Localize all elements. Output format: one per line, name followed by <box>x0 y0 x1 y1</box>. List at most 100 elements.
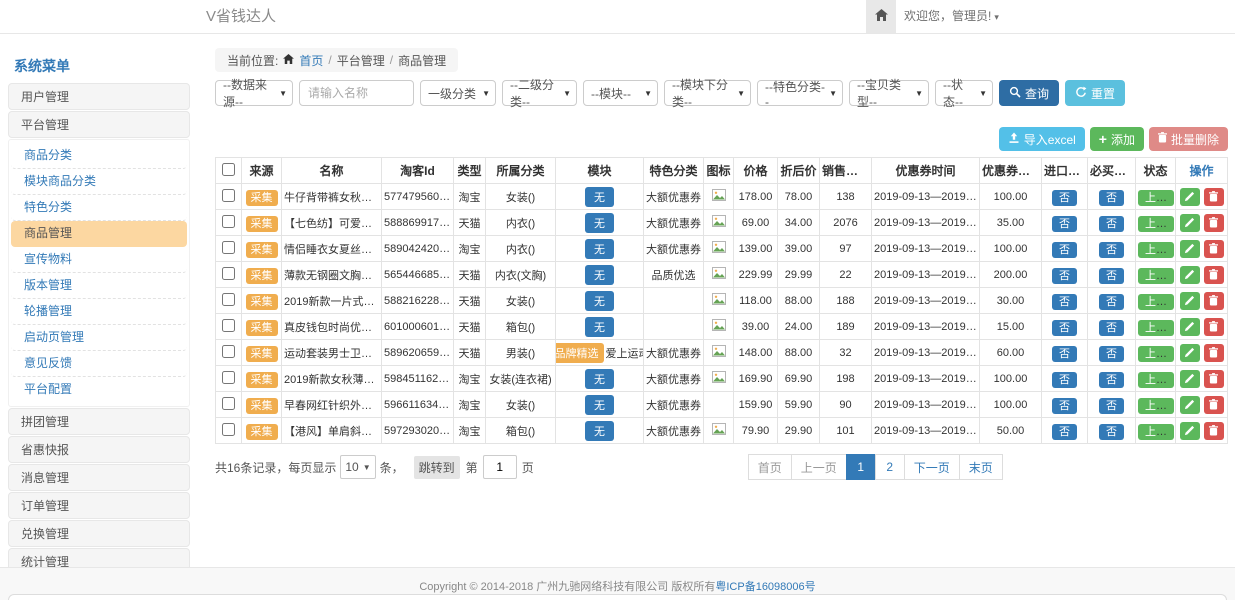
add-button[interactable]: + 添加 <box>1090 127 1144 151</box>
must-buy-toggle[interactable]: 否 <box>1099 242 1124 258</box>
delete-button[interactable] <box>1204 266 1224 284</box>
must-buy-toggle[interactable]: 否 <box>1099 294 1124 310</box>
imported-toggle[interactable]: 否 <box>1052 346 1077 362</box>
module-badge[interactable]: 无 <box>585 421 614 441</box>
imported-toggle[interactable]: 否 <box>1052 190 1077 206</box>
delete-button[interactable] <box>1204 370 1224 388</box>
batch-delete-button[interactable]: 批量删除 <box>1149 127 1228 151</box>
sidebar-group-用户管理[interactable]: 用户管理 <box>8 83 190 110</box>
must-buy-toggle[interactable]: 否 <box>1099 372 1124 388</box>
home-button[interactable] <box>866 0 896 33</box>
must-buy-toggle[interactable]: 否 <box>1099 216 1124 232</box>
filter-select[interactable]: --特色分类--▼ <box>757 80 843 106</box>
imported-toggle[interactable]: 否 <box>1052 268 1077 284</box>
delete-button[interactable] <box>1204 318 1224 336</box>
query-button[interactable]: 查询 <box>999 80 1059 106</box>
sidebar-item-平台配置[interactable]: 平台配置 <box>11 377 187 403</box>
filter-select[interactable]: 一级分类▼ <box>420 80 496 106</box>
edit-button[interactable] <box>1180 422 1200 440</box>
filter-select[interactable]: --模块下分类--▼ <box>664 80 751 106</box>
row-checkbox[interactable] <box>222 319 235 332</box>
edit-button[interactable] <box>1180 396 1200 414</box>
module-badge[interactable]: 无 <box>585 395 614 415</box>
delete-button[interactable] <box>1204 344 1224 362</box>
edit-button[interactable] <box>1180 240 1200 258</box>
row-checkbox[interactable] <box>222 423 235 436</box>
imported-toggle[interactable]: 否 <box>1052 242 1077 258</box>
delete-button[interactable] <box>1204 214 1224 232</box>
filter-select[interactable]: --数据来源--▼ <box>215 80 293 106</box>
imported-toggle[interactable]: 否 <box>1052 372 1077 388</box>
status-toggle[interactable]: 上架 <box>1138 294 1174 310</box>
delete-button[interactable] <box>1204 188 1224 206</box>
status-toggle[interactable]: 上架 <box>1138 216 1174 232</box>
module-badge[interactable]: 无 <box>585 369 614 389</box>
row-checkbox[interactable] <box>222 215 235 228</box>
sidebar-group-拼团管理[interactable]: 拼团管理 <box>8 408 190 435</box>
row-checkbox[interactable] <box>222 371 235 384</box>
status-toggle[interactable]: 上架 <box>1138 372 1174 388</box>
sidebar-group-平台管理[interactable]: 平台管理 <box>8 111 190 138</box>
sidebar-group-兑换管理[interactable]: 兑换管理 <box>8 520 190 547</box>
imported-toggle[interactable]: 否 <box>1052 216 1077 232</box>
reset-button[interactable]: 重置 <box>1065 80 1125 106</box>
page-button-2[interactable]: 2 <box>875 454 905 480</box>
delete-button[interactable] <box>1204 240 1224 258</box>
must-buy-toggle[interactable]: 否 <box>1099 398 1124 414</box>
module-badge[interactable]: 无 <box>585 239 614 259</box>
must-buy-toggle[interactable]: 否 <box>1099 190 1124 206</box>
name-search-input[interactable] <box>299 80 414 106</box>
must-buy-toggle[interactable]: 否 <box>1099 320 1124 336</box>
user-menu[interactable]: 欢迎您，管理员!▾ <box>904 0 999 34</box>
delete-button[interactable] <box>1204 292 1224 310</box>
imported-toggle[interactable]: 否 <box>1052 320 1077 336</box>
status-toggle[interactable]: 上架 <box>1138 424 1174 440</box>
sidebar-item-宣传物料[interactable]: 宣传物料 <box>11 247 187 273</box>
sidebar-item-商品管理[interactable]: 商品管理 <box>11 221 187 247</box>
module-badge[interactable]: 无 <box>585 317 614 337</box>
edit-button[interactable] <box>1180 292 1200 310</box>
sidebar-group-省惠快报[interactable]: 省惠快报 <box>8 436 190 463</box>
status-toggle[interactable]: 上架 <box>1138 190 1174 206</box>
status-toggle[interactable]: 上架 <box>1138 242 1174 258</box>
edit-button[interactable] <box>1180 266 1200 284</box>
sidebar-item-启动页管理[interactable]: 启动页管理 <box>11 325 187 351</box>
must-buy-toggle[interactable]: 否 <box>1099 346 1124 362</box>
status-toggle[interactable]: 上架 <box>1138 398 1174 414</box>
sidebar-group-消息管理[interactable]: 消息管理 <box>8 464 190 491</box>
breadcrumb-home-link[interactable]: 首页 <box>299 52 323 69</box>
page-button-1[interactable]: 1 <box>846 454 876 480</box>
import-excel-button[interactable]: 导入excel <box>999 127 1085 151</box>
must-buy-toggle[interactable]: 否 <box>1099 268 1124 284</box>
imported-toggle[interactable]: 否 <box>1052 424 1077 440</box>
edit-button[interactable] <box>1180 214 1200 232</box>
imported-toggle[interactable]: 否 <box>1052 294 1077 310</box>
delete-button[interactable] <box>1204 422 1224 440</box>
must-buy-toggle[interactable]: 否 <box>1099 424 1124 440</box>
sidebar-item-意见反馈[interactable]: 意见反馈 <box>11 351 187 377</box>
page-button-下一页[interactable]: 下一页 <box>904 454 960 480</box>
row-checkbox[interactable] <box>222 189 235 202</box>
filter-select[interactable]: --二级分类--▼ <box>502 80 577 106</box>
delete-button[interactable] <box>1204 396 1224 414</box>
module-badge[interactable]: 品牌精选 <box>556 343 604 363</box>
sidebar-item-商品分类[interactable]: 商品分类 <box>11 143 187 169</box>
sidebar-item-轮播管理[interactable]: 轮播管理 <box>11 299 187 325</box>
sidebar-item-模块商品分类[interactable]: 模块商品分类 <box>11 169 187 195</box>
filter-select[interactable]: --状态--▼ <box>935 80 993 106</box>
jump-button[interactable]: 跳转到 <box>414 456 460 479</box>
sidebar-item-版本管理[interactable]: 版本管理 <box>11 273 187 299</box>
select-all-checkbox[interactable] <box>222 163 235 176</box>
row-checkbox[interactable] <box>222 345 235 358</box>
status-toggle[interactable]: 上架 <box>1138 268 1174 284</box>
jump-page-input[interactable] <box>483 455 517 479</box>
module-badge[interactable]: 无 <box>585 213 614 233</box>
icp-link[interactable]: 粤ICP备16098006号 <box>715 581 815 593</box>
status-toggle[interactable]: 上架 <box>1138 346 1174 362</box>
page-button-末页[interactable]: 末页 <box>959 454 1003 480</box>
module-badge[interactable]: 无 <box>585 265 614 285</box>
sidebar-group-订单管理[interactable]: 订单管理 <box>8 492 190 519</box>
row-checkbox[interactable] <box>222 293 235 306</box>
module-badge[interactable]: 无 <box>585 291 614 311</box>
status-toggle[interactable]: 上架 <box>1138 320 1174 336</box>
